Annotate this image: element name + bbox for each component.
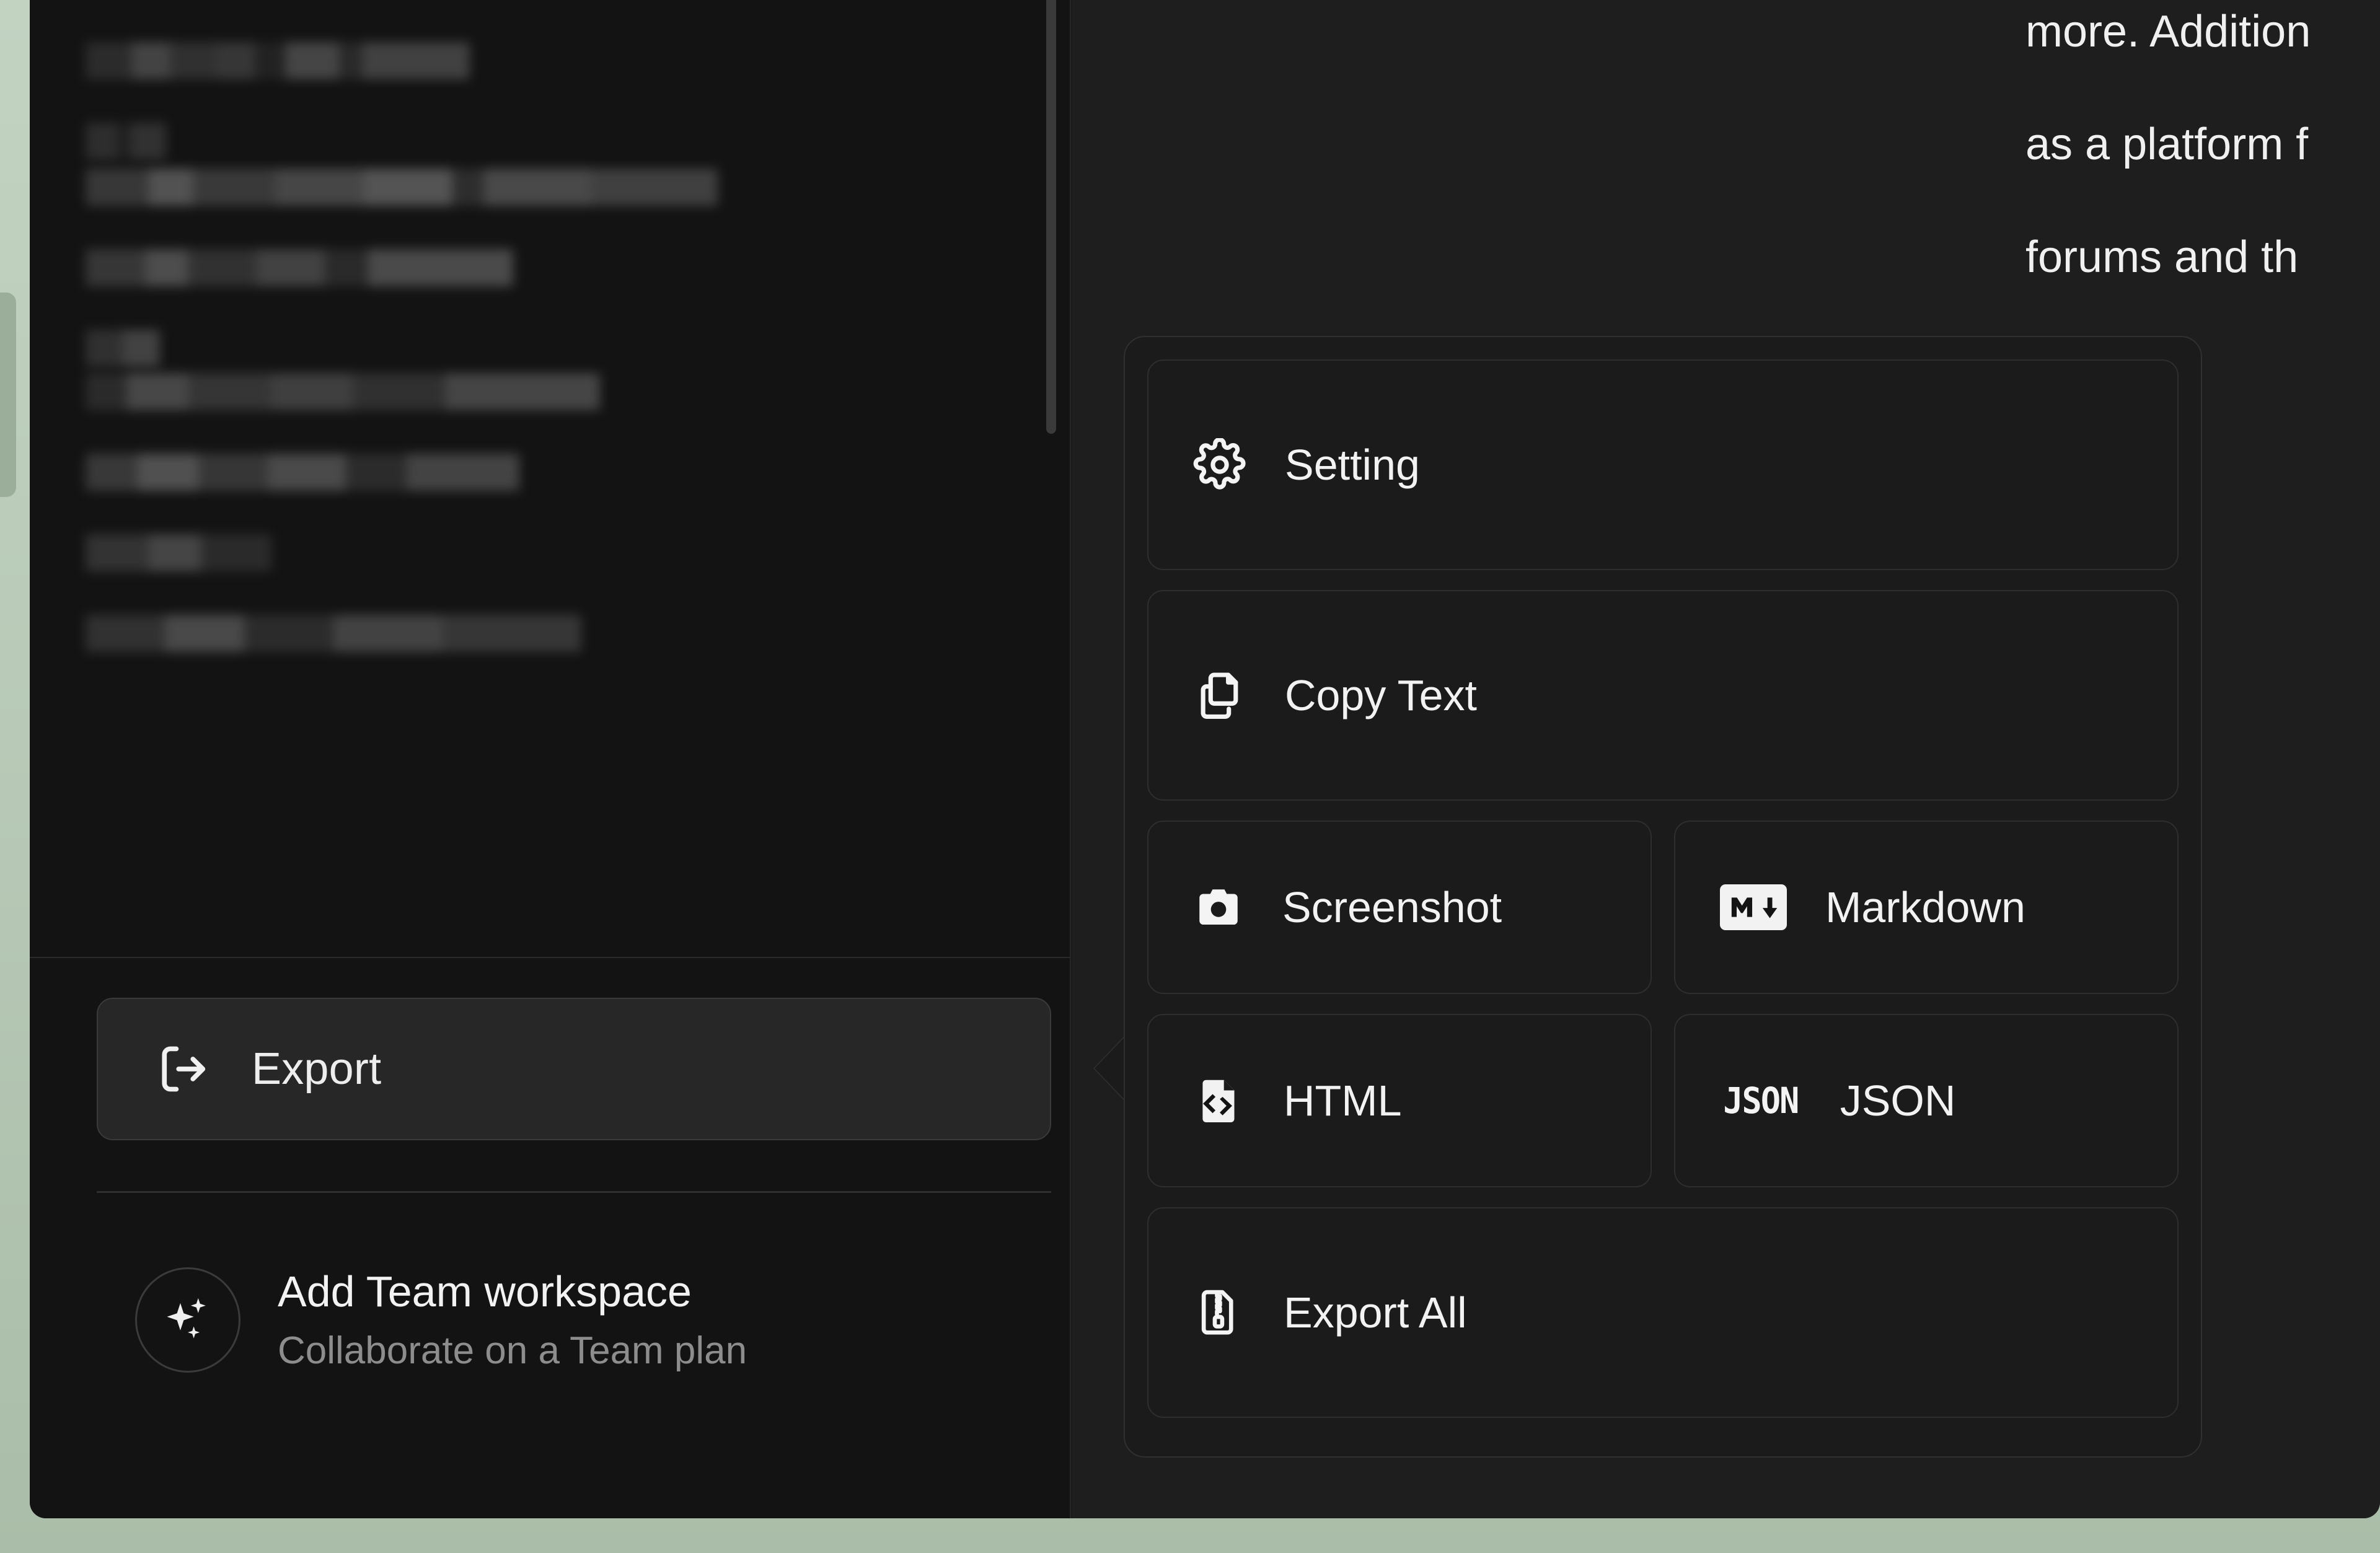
chat-history-list[interactable]: [30, 0, 1070, 958]
message-line-2: as a platform f: [2025, 88, 2380, 201]
redacted-text: [86, 42, 470, 79]
list-item[interactable]: [86, 615, 995, 652]
team-text-block: Add Team workspace Collaborate on a Team…: [278, 1264, 747, 1376]
sidebar-scrollbar[interactable]: [1046, 0, 1056, 434]
menu-item-label: Setting: [1285, 440, 1420, 490]
menu-item-setting[interactable]: Setting: [1147, 359, 2179, 570]
menu-item-label: JSON: [1840, 1076, 1956, 1125]
menu-item-screenshot[interactable]: Screenshot: [1147, 820, 1652, 994]
menu-row-html-json: HTML JSON JSON: [1147, 1014, 2179, 1187]
html-file-icon: [1193, 1075, 1245, 1127]
menu-item-html[interactable]: HTML: [1147, 1014, 1652, 1187]
menu-item-label: Markdown: [1825, 882, 2025, 932]
list-item[interactable]: [86, 249, 995, 286]
submenu-caret-icon: [1095, 1036, 1126, 1101]
menu-item-markdown[interactable]: Markdown: [1674, 820, 2179, 994]
redacted-text: [86, 169, 718, 206]
export-submenu: Setting Copy Text: [1124, 336, 2202, 1458]
menu-item-json[interactable]: JSON JSON: [1674, 1014, 2179, 1187]
gear-icon: [1193, 438, 1246, 491]
screen: more. Addition as a platform f forums an…: [0, 0, 2380, 1553]
menu-item-label: Screenshot: [1282, 882, 1502, 932]
list-item[interactable]: [86, 330, 995, 410]
app-window: more. Addition as a platform f forums an…: [30, 0, 2380, 1518]
team-subtitle: Collaborate on a Team plan: [278, 1326, 747, 1376]
list-item[interactable]: [86, 42, 995, 79]
menu-item-copy-text[interactable]: Copy Text: [1147, 590, 2179, 801]
menu-row-screenshot-markdown: Screenshot Markdown: [1147, 820, 2179, 994]
redacted-text: [86, 615, 581, 652]
markdown-icon: [1720, 884, 1787, 930]
menu-item-label: HTML: [1284, 1076, 1402, 1125]
menu-item-label: Export All: [1284, 1288, 1467, 1337]
menu-item-export-all[interactable]: Export All: [1147, 1207, 2179, 1418]
list-item[interactable]: [86, 534, 995, 571]
list-item[interactable]: [86, 454, 995, 491]
redacted-text: [86, 123, 166, 160]
sidebar: Export Add Team workspace Collaborate on…: [30, 0, 1071, 1518]
add-team-workspace-button[interactable]: Add Team workspace Collaborate on a Team…: [135, 1264, 1028, 1376]
dock-pill[interactable]: [0, 293, 16, 497]
export-icon: [154, 1040, 211, 1098]
camera-icon: [1193, 882, 1244, 933]
redacted-text: [86, 330, 160, 367]
redacted-text: [86, 534, 271, 571]
list-item[interactable]: [86, 123, 995, 206]
menu-item-label: Copy Text: [1285, 671, 1477, 720]
sparkle-icon: [135, 1267, 240, 1373]
redacted-text: [86, 249, 513, 286]
json-icon: JSON: [1723, 1080, 1798, 1122]
copy-icon: [1193, 669, 1246, 722]
message-line-1: more. Addition: [2025, 0, 2380, 88]
sidebar-item-label: Export: [252, 1044, 381, 1094]
sidebar-item-export[interactable]: Export: [97, 998, 1051, 1140]
redacted-text: [86, 373, 600, 410]
zip-file-icon: [1193, 1287, 1245, 1339]
message-line-3: forums and th: [2025, 201, 2380, 314]
sidebar-divider: [97, 1191, 1051, 1193]
redacted-text: [86, 454, 519, 491]
team-title: Add Team workspace: [278, 1264, 747, 1320]
